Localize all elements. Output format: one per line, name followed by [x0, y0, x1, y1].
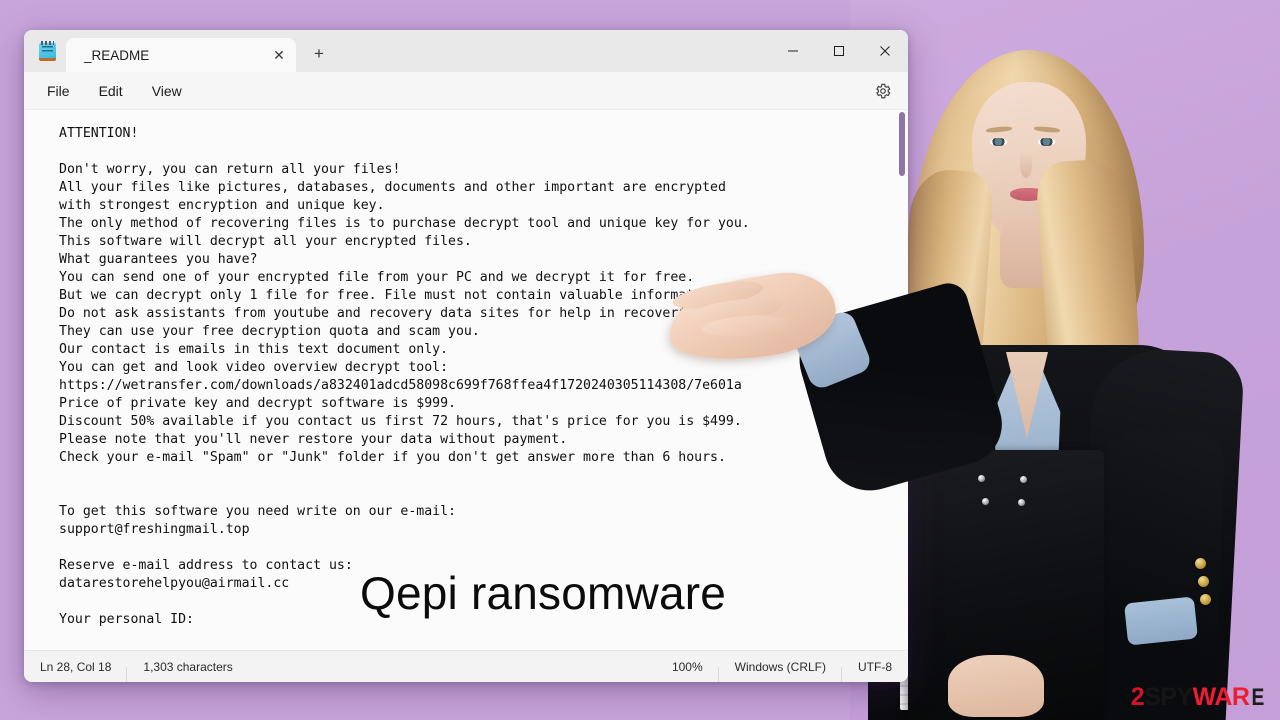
gear-icon[interactable]: [872, 80, 894, 102]
close-button[interactable]: [862, 30, 908, 72]
zoom-level[interactable]: 100%: [656, 660, 719, 682]
maximize-icon: [834, 46, 844, 56]
notepad-icon: [38, 41, 58, 62]
sleeve-button: [1198, 576, 1209, 587]
maximize-button[interactable]: [816, 30, 862, 72]
watermark-e-glyph: E: [1252, 683, 1265, 711]
watermark-2: 2: [1130, 683, 1145, 711]
watermark-ware: WAR: [1192, 683, 1250, 711]
watermark-spy: SPY: [1144, 683, 1193, 711]
folder-rivet: [978, 475, 985, 482]
cursor-position: Ln 28, Col 18: [24, 660, 128, 682]
menubar: File Edit View: [24, 72, 908, 110]
ransom-note-text[interactable]: ATTENTION! Don't worry, you can return a…: [59, 125, 888, 629]
blazer-sleeve: [1094, 427, 1226, 720]
eye-left: [990, 138, 1007, 146]
menu-file[interactable]: File: [34, 78, 83, 104]
tab-label: _README: [84, 47, 150, 63]
tab-readme[interactable]: _README ✕: [66, 38, 296, 72]
eye-right: [1038, 138, 1055, 146]
folder-rivet: [1018, 499, 1025, 506]
ransomware-title-overlay: Qepi ransomware: [360, 567, 727, 619]
nose: [1020, 152, 1032, 178]
folder-rivet: [982, 498, 989, 505]
minimize-icon: [788, 50, 798, 52]
hand-holding-folder: [948, 655, 1044, 717]
window-controls: [770, 30, 908, 72]
sleeve-button: [1200, 594, 1211, 605]
site-watermark: 2 SPY WAR E: [1131, 683, 1266, 712]
character-count: 1,303 characters: [143, 659, 233, 674]
sleeve-button: [1195, 558, 1206, 569]
statusbar: Ln 28, Col 18 1,303 characters 100% Wind…: [24, 650, 908, 682]
close-tab-icon[interactable]: ✕: [266, 42, 292, 68]
close-icon: [880, 46, 890, 56]
encoding[interactable]: UTF-8: [842, 660, 908, 674]
menu-view[interactable]: View: [139, 78, 195, 104]
line-ending[interactable]: Windows (CRLF): [719, 660, 843, 682]
new-tab-icon[interactable]: +: [304, 39, 334, 69]
window-titlebar: _README ✕ +: [24, 30, 908, 72]
menu-edit[interactable]: Edit: [86, 78, 136, 104]
shirt-cuff: [1123, 596, 1199, 646]
folder-rivet: [1020, 476, 1027, 483]
minimize-button[interactable]: [770, 30, 816, 72]
scrollbar-thumb[interactable]: [899, 112, 905, 176]
